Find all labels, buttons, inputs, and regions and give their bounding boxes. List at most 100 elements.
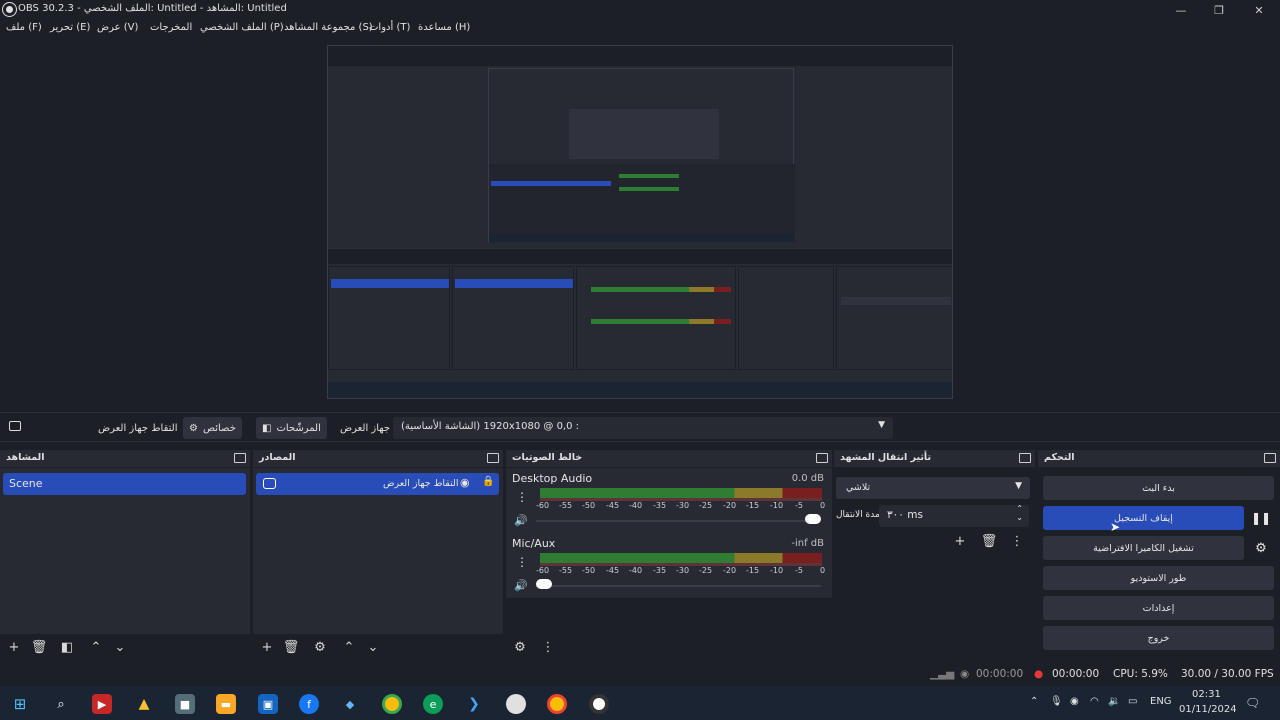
scene-item[interactable]: Scene: [3, 473, 246, 495]
chevron-up-icon[interactable]: ⌃: [340, 639, 358, 655]
trash-icon[interactable]: 🗑: [980, 533, 998, 549]
chrome-icon[interactable]: [382, 694, 402, 714]
sources-dock: المصادر التقاط جهاز العرض ◉ 🔒 + 🗑 ⚙ ⌃ ⌄: [253, 450, 503, 658]
volume-slider-thumb[interactable]: [805, 514, 821, 524]
duration-spinbox[interactable]: ٣٠٠ ms ⌃ ⌄: [879, 504, 1029, 527]
gear-icon: ⚙: [189, 422, 198, 434]
menu-edit[interactable]: تحرير (E): [50, 22, 90, 33]
close-button[interactable]: ✕: [1240, 0, 1278, 20]
trash-icon[interactable]: 🗑: [30, 639, 48, 655]
speaker-icon[interactable]: 🔊: [514, 514, 528, 527]
stream-time: 00:00:00: [976, 668, 1024, 680]
search-icon[interactable]: ⌕: [51, 694, 71, 714]
menu-tools[interactable]: أدوات (T): [369, 22, 410, 33]
app-circle-icon[interactable]: [506, 694, 526, 714]
start-streaming-button[interactable]: بدء البث: [1043, 476, 1274, 500]
tick-label: -10: [770, 566, 784, 575]
menu-help[interactable]: مساعدة (H): [418, 22, 470, 33]
menu-profile[interactable]: الملف الشخصي (P): [200, 22, 284, 33]
menu-scene-collection[interactable]: مجموعة المشاهد (S): [284, 22, 373, 33]
volume-slider-thumb[interactable]: [536, 579, 552, 589]
add-icon[interactable]: +: [951, 533, 969, 549]
exit-button[interactable]: خروج: [1043, 626, 1274, 650]
undock-icon[interactable]: [1264, 453, 1276, 463]
minimize-button[interactable]: —: [1162, 0, 1200, 20]
display-capture-icon: [9, 421, 21, 431]
kebab-menu-icon[interactable]: ⋮: [1008, 533, 1026, 549]
vscode-icon[interactable]: ❯: [464, 694, 484, 714]
obs-icon[interactable]: [589, 694, 609, 714]
screen-app-icon[interactable]: ▣: [258, 694, 278, 714]
filters-label: المرشّحات: [276, 422, 321, 434]
chevron-down-icon[interactable]: ⌄: [111, 639, 129, 655]
drive-icon[interactable]: ▲: [134, 694, 154, 714]
tick-label: -15: [746, 566, 760, 575]
volume-icon[interactable]: 🔉: [1108, 696, 1120, 707]
undock-icon[interactable]: [816, 453, 828, 463]
menu-outputs[interactable]: المخرجات: [150, 22, 192, 33]
menu-file[interactable]: ملف (F): [6, 22, 42, 33]
menu-view[interactable]: عرض (V): [97, 22, 138, 33]
properties-button[interactable]: ⚙ خصائص: [183, 417, 242, 439]
chevron-up-icon[interactable]: ⌃: [1016, 504, 1023, 513]
obs-logo-icon: [3, 3, 16, 16]
undock-icon[interactable]: [234, 453, 246, 463]
maximize-button[interactable]: ❐: [1200, 0, 1238, 20]
add-icon[interactable]: +: [5, 639, 23, 655]
notifications-icon[interactable]: 🗨: [1245, 696, 1260, 710]
undock-icon[interactable]: [487, 453, 499, 463]
scenes-list: Scene: [0, 468, 250, 634]
gear-icon[interactable]: ⚙: [311, 639, 329, 655]
source-item[interactable]: التقاط جهاز العرض ◉ 🔒: [256, 473, 499, 495]
clock-time[interactable]: 02:31: [1192, 689, 1221, 700]
tray-chevron-icon[interactable]: ⌃: [1030, 696, 1038, 707]
tick-label: -5: [795, 501, 803, 510]
chevron-down-icon[interactable]: ⌄: [364, 639, 382, 655]
lock-icon[interactable]: 🔒: [482, 476, 494, 487]
gear-icon[interactable]: ⚙: [1250, 536, 1272, 560]
edge-icon[interactable]: e: [423, 694, 443, 714]
tick-label: -25: [699, 566, 713, 575]
sources-list: التقاط جهاز العرض ◉ 🔒: [253, 468, 503, 634]
kebab-menu-icon[interactable]: ⋮: [516, 555, 528, 569]
gear-icon[interactable]: ⚙: [511, 639, 529, 655]
clock-date[interactable]: 01/11/2024: [1179, 704, 1237, 715]
filters-button[interactable]: ◧ المرشّحات: [256, 417, 327, 439]
add-icon[interactable]: +: [258, 639, 276, 655]
studio-mode-button[interactable]: طور الاستوديو: [1043, 566, 1274, 590]
start-virtual-camera-button[interactable]: تشغيل الكاميرا الافتراضية: [1043, 536, 1244, 560]
app-box-icon[interactable]: ■: [175, 694, 195, 714]
trash-icon[interactable]: 🗑: [282, 639, 300, 655]
channel-name: Desktop Audio: [512, 472, 593, 485]
eye-icon[interactable]: ◉: [460, 476, 470, 489]
settings-button[interactable]: إعدادات: [1043, 596, 1274, 620]
chevron-up-icon[interactable]: ⌃: [87, 639, 105, 655]
preview-canvas[interactable]: [327, 45, 953, 399]
kebab-menu-icon[interactable]: ⋮: [516, 490, 528, 504]
tick-label: 0: [820, 566, 826, 575]
wifi-icon[interactable]: ◠: [1090, 696, 1099, 707]
tick-label: -40: [629, 566, 643, 575]
windows-start-icon[interactable]: ⊞: [10, 694, 30, 714]
properties-label: خصائص: [202, 422, 236, 434]
video-app-icon[interactable]: ▶: [92, 694, 112, 714]
chrome-icon[interactable]: [547, 694, 567, 714]
stop-recording-button[interactable]: إيقاف التسجيل: [1043, 506, 1244, 530]
mixer-footer: ⚙ ⋮: [506, 636, 832, 658]
filter-icon: ◧: [262, 422, 272, 434]
speaker-icon[interactable]: 🔊: [514, 579, 528, 592]
teams-app-icon[interactable]: ◆: [340, 694, 360, 714]
transition-type-select[interactable]: تلاشي ▼: [836, 477, 1030, 499]
volume-slider-track[interactable]: [536, 585, 821, 587]
filter-icon[interactable]: ◧: [58, 639, 76, 655]
volume-slider-track[interactable]: [536, 520, 821, 522]
display-select[interactable]: (الشاشة الأساسية) 1920x1080 @ 0,0 : ▼: [393, 417, 893, 439]
record-icon: ●: [1034, 668, 1044, 680]
file-explorer-icon[interactable]: ▬: [216, 694, 236, 714]
chevron-down-icon[interactable]: ⌄: [1016, 513, 1023, 522]
language-indicator[interactable]: ENG: [1150, 696, 1172, 707]
facebook-icon[interactable]: f: [299, 694, 319, 714]
undock-icon[interactable]: [1019, 453, 1031, 463]
pause-icon[interactable]: ❚❚: [1250, 506, 1272, 530]
kebab-menu-icon[interactable]: ⋮: [539, 639, 557, 655]
